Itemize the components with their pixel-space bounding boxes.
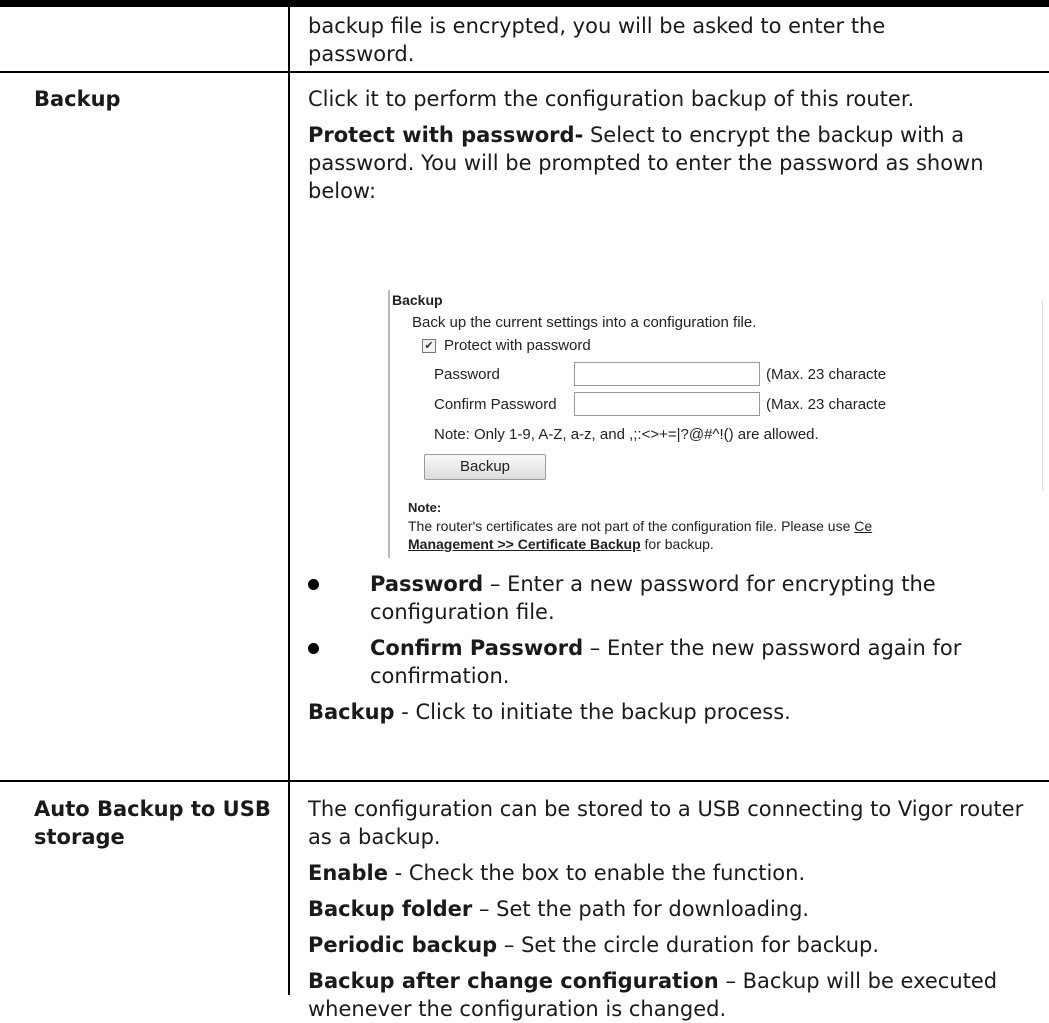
list-item: Password – Enter a new password for encr… (308, 570, 1028, 626)
confirm-password-hint: (Max. 23 characte (766, 396, 887, 413)
certificate-link-start[interactable]: Ce (854, 518, 872, 534)
protect-paragraph: Protect with password- Select to encrypt… (308, 121, 1038, 205)
bullet-term: Password (370, 572, 484, 596)
list-item: Confirm Password – Enter the new passwor… (308, 634, 1028, 690)
panel-note-tail: for backup. (640, 536, 714, 552)
panel-title: Backup (392, 292, 443, 308)
backup-field-list: Password – Enter a new password for encr… (308, 570, 1028, 726)
usb-item-text: – Set the circle duration for backup. (497, 933, 880, 957)
backup-description: Click it to perform the configuration ba… (308, 85, 1038, 205)
top-row-text: backup file is encrypted, you will be as… (308, 12, 1028, 68)
panel-note-text: The router's certificates are not part o… (408, 518, 855, 534)
backup-action-text: - Click to initiate the backup process. (394, 700, 791, 724)
panel-left-edge (388, 290, 390, 500)
usb-item-term: Backup after change configuration (308, 969, 719, 993)
password-hint: (Max. 23 characte (766, 366, 887, 383)
top-row-line: backup file is encrypted, you will be as… (308, 14, 886, 38)
row-divider (0, 780, 1049, 782)
panel-note-area: Note: The router's certificates are not … (388, 500, 1043, 558)
allowed-characters-note: Note: Only 1-9, A-Z, a-z, and ,;:<>+=|?@… (434, 426, 819, 443)
backup-button[interactable]: Backup (424, 454, 546, 480)
bullet-icon (308, 643, 319, 654)
usb-item-text: – Set the path for downloading. (472, 897, 810, 921)
usb-description: The configuration can be stored to a USB… (308, 795, 1028, 1023)
backup-action-paragraph: Backup - Click to initiate the backup pr… (308, 698, 1028, 726)
bullet-icon (308, 579, 319, 590)
usb-item-term: Enable (308, 861, 388, 885)
table-top-border (0, 0, 1049, 7)
panel-right-edge (1042, 300, 1043, 490)
bullet-list: Password – Enter a new password for encr… (308, 570, 1028, 690)
backup-action-term: Backup (308, 700, 395, 724)
row-label-auto-backup-usb: Auto Backup to USB storage (34, 795, 271, 851)
usb-item-term: Backup folder (308, 897, 473, 921)
confirm-password-label: Confirm Password (434, 396, 557, 413)
backup-intro: Click it to perform the configuration ba… (308, 87, 915, 111)
panel-note-line1: The router's certificates are not part o… (408, 518, 872, 534)
usb-item: Enable - Check the box to enable the fun… (308, 859, 1028, 887)
usb-item: Backup after change configuration – Back… (308, 967, 1028, 1023)
checkbox-checked-icon[interactable]: ✔ (422, 338, 436, 353)
row-label-backup: Backup (34, 87, 121, 111)
row-label-line: Auto Backup to USB (34, 797, 271, 821)
usb-item: Periodic backup – Set the circle duratio… (308, 931, 1028, 959)
protect-term: Protect with password- (308, 123, 584, 147)
panel-description: Back up the current settings into a conf… (412, 314, 757, 331)
panel-note-heading: Note: (408, 500, 442, 515)
password-field[interactable] (574, 362, 760, 386)
usb-item-term: Periodic backup (308, 933, 498, 957)
row-divider (0, 71, 1049, 73)
usb-intro: The configuration can be stored to a USB… (308, 797, 1024, 849)
usb-item-text: - Check the box to enable the function. (387, 861, 806, 885)
panel-note-line2: Management >> Certificate Backup for bac… (408, 536, 714, 552)
protect-checkbox-row[interactable]: ✔ Protect with password (422, 337, 591, 354)
protect-checkbox-label: Protect with password (444, 337, 591, 354)
usb-item: Backup folder – Set the path for downloa… (308, 895, 1028, 923)
column-divider (288, 7, 290, 995)
password-label: Password (434, 366, 500, 383)
bullet-term: Confirm Password (370, 636, 584, 660)
confirm-password-field[interactable] (574, 392, 760, 416)
certificate-backup-link[interactable]: Management >> Certificate Backup (408, 536, 641, 552)
top-row-line: password. (308, 42, 415, 66)
row-label-line: storage (34, 825, 125, 849)
backup-settings-screenshot: Backup Back up the current settings into… (388, 290, 1043, 500)
panel-left-edge (388, 500, 390, 558)
